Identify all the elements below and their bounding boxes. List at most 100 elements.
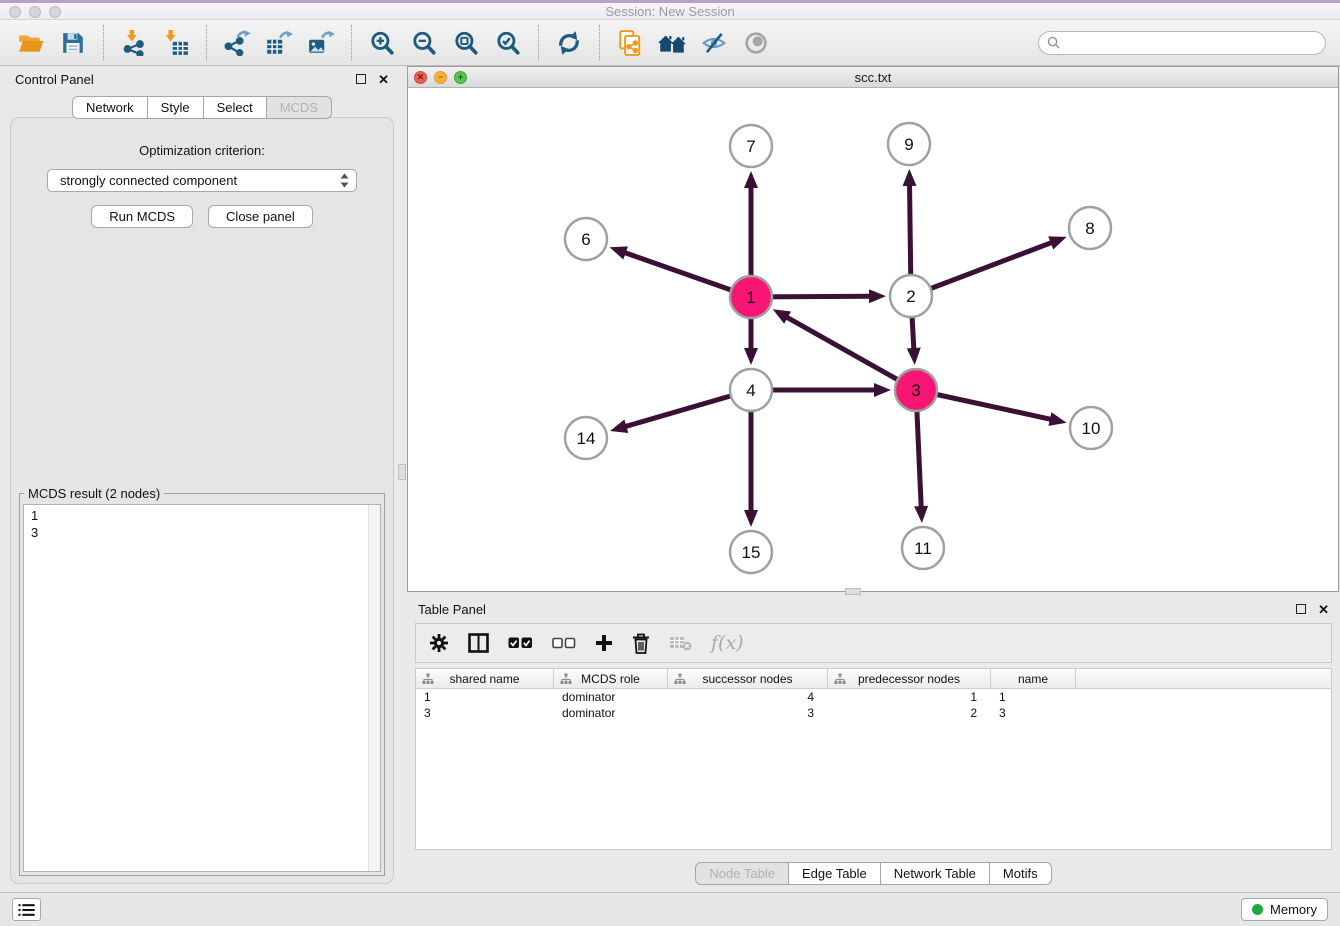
import-table-button[interactable] bbox=[160, 27, 192, 59]
close-panel-button[interactable]: Close panel bbox=[208, 205, 313, 228]
graph-node-1[interactable]: 1 bbox=[730, 276, 772, 318]
table-settings-button[interactable] bbox=[429, 633, 449, 653]
tab-motifs[interactable]: Motifs bbox=[990, 862, 1052, 885]
graph-node-9[interactable]: 9 bbox=[888, 123, 930, 165]
graph-node-3[interactable]: 3 bbox=[895, 369, 937, 411]
table-row[interactable]: 1dominator411 bbox=[416, 689, 1331, 705]
table-panel: Table Panel ✕ bbox=[407, 596, 1340, 890]
import-network-button[interactable] bbox=[118, 27, 150, 59]
duplicate-network-button[interactable] bbox=[614, 27, 646, 59]
result-scrollbar[interactable] bbox=[368, 505, 380, 871]
network-canvas[interactable]: 7 9 6 8 1 2 4 3 14 10 15 11 bbox=[408, 88, 1338, 591]
network-maximize-button[interactable]: + bbox=[454, 71, 467, 84]
graph-node-6[interactable]: 6 bbox=[565, 218, 607, 260]
export-table-button[interactable] bbox=[263, 27, 295, 59]
mcds-result-text[interactable]: 1 3 bbox=[24, 505, 366, 871]
eye-disabled-icon bbox=[743, 30, 769, 56]
delete-column-button[interactable] bbox=[632, 633, 650, 654]
criterion-dropdown[interactable]: strongly connected component bbox=[47, 169, 357, 192]
graph-edge-2-8[interactable] bbox=[911, 242, 1053, 296]
delete-table-button[interactable] bbox=[669, 635, 692, 651]
select-all-button[interactable] bbox=[508, 636, 533, 650]
node-label: 7 bbox=[746, 137, 755, 156]
split-view-button[interactable] bbox=[468, 633, 489, 653]
horizontal-splitter-handle[interactable] bbox=[845, 588, 861, 595]
save-session-button[interactable] bbox=[57, 27, 89, 59]
zoom-out-icon bbox=[411, 30, 437, 56]
export-network-button[interactable] bbox=[221, 27, 253, 59]
vertical-splitter-handle[interactable] bbox=[398, 464, 406, 480]
graph-node-4[interactable]: 4 bbox=[730, 369, 772, 411]
tab-select[interactable]: Select bbox=[204, 96, 267, 119]
table-cell: 2 bbox=[828, 706, 991, 720]
search-input[interactable] bbox=[1065, 35, 1317, 51]
close-table-panel-icon[interactable]: ✕ bbox=[1318, 603, 1329, 616]
table-cell: dominator bbox=[554, 706, 668, 720]
graph-node-11[interactable]: 11 bbox=[902, 527, 944, 569]
graph-edge-arrowhead bbox=[903, 169, 917, 186]
show-panels-button[interactable] bbox=[740, 27, 772, 59]
zoom-fit-icon bbox=[453, 30, 479, 56]
node-label: 6 bbox=[581, 230, 590, 249]
table-row[interactable]: 3dominator323 bbox=[416, 705, 1331, 721]
memory-button[interactable]: Memory bbox=[1241, 898, 1328, 921]
duplicate-network-icon bbox=[617, 29, 643, 57]
graph-node-15[interactable]: 15 bbox=[730, 531, 772, 573]
float-table-panel-icon[interactable] bbox=[1296, 604, 1306, 614]
tab-network[interactable]: Network bbox=[72, 96, 148, 119]
hide-panels-button[interactable] bbox=[698, 27, 730, 59]
graph-node-8[interactable]: 8 bbox=[1069, 207, 1111, 249]
session-home-button[interactable] bbox=[656, 27, 688, 59]
column-header-predecessor-nodes[interactable]: predecessor nodes bbox=[828, 669, 991, 688]
graph-node-7[interactable]: 7 bbox=[730, 125, 772, 167]
tab-network-table[interactable]: Network Table bbox=[881, 862, 990, 885]
import-table-icon bbox=[163, 30, 189, 56]
node-label: 15 bbox=[742, 543, 761, 562]
open-session-button[interactable] bbox=[15, 27, 47, 59]
search-icon bbox=[1047, 36, 1060, 49]
graph-edge-arrowhead bbox=[744, 348, 758, 365]
close-panel-icon[interactable]: ✕ bbox=[378, 73, 389, 86]
column-header-shared-name[interactable]: shared name bbox=[416, 669, 554, 688]
zoom-fit-button[interactable] bbox=[450, 27, 482, 59]
memory-status-dot bbox=[1252, 904, 1263, 915]
graph-node-2[interactable]: 2 bbox=[890, 275, 932, 317]
column-header-MCDS-role[interactable]: MCDS role bbox=[554, 669, 668, 688]
toolbar-separator bbox=[538, 25, 539, 61]
search-field[interactable] bbox=[1038, 31, 1326, 55]
graph-edge-arrowhead bbox=[914, 506, 928, 523]
node-label: 11 bbox=[914, 539, 932, 558]
column-header-successor-nodes[interactable]: successor nodes bbox=[668, 669, 828, 688]
graph-node-14[interactable]: 14 bbox=[565, 417, 607, 459]
add-column-button[interactable] bbox=[595, 634, 613, 652]
function-builder-button[interactable]: f(x) bbox=[711, 632, 744, 654]
tab-node-table[interactable]: Node Table bbox=[695, 862, 789, 885]
status-bar: Memory bbox=[0, 892, 1340, 926]
export-image-button[interactable] bbox=[305, 27, 337, 59]
node-label: 8 bbox=[1085, 219, 1094, 238]
refresh-layout-button[interactable] bbox=[553, 27, 585, 59]
tab-style[interactable]: Style bbox=[148, 96, 204, 119]
open-folder-icon bbox=[17, 31, 45, 55]
node-label: 4 bbox=[746, 381, 755, 400]
tab-mcds[interactable]: MCDS bbox=[267, 96, 332, 119]
table-panel-tabs: Node TableEdge TableNetwork TableMotifs bbox=[695, 862, 1051, 885]
zoom-in-button[interactable] bbox=[366, 27, 398, 59]
float-panel-icon[interactable] bbox=[356, 74, 366, 84]
network-close-button[interactable]: ✕ bbox=[414, 71, 427, 84]
network-minimize-button[interactable]: − bbox=[434, 71, 447, 84]
zoom-out-button[interactable] bbox=[408, 27, 440, 59]
graph-edge-3-1[interactable] bbox=[786, 317, 916, 390]
tab-edge-table[interactable]: Edge Table bbox=[789, 862, 881, 885]
eye-slash-icon bbox=[701, 30, 727, 56]
gear-icon bbox=[429, 633, 449, 653]
node-label: 3 bbox=[911, 381, 920, 400]
task-history-button[interactable] bbox=[12, 898, 41, 921]
zoom-selected-button[interactable] bbox=[492, 27, 524, 59]
unselect-all-button[interactable] bbox=[552, 636, 576, 650]
graph-node-10[interactable]: 10 bbox=[1070, 407, 1112, 449]
run-mcds-button[interactable]: Run MCDS bbox=[91, 205, 193, 228]
table-cell: 1 bbox=[828, 690, 991, 704]
table-toolbar: f(x) bbox=[415, 623, 1332, 663]
column-header-name[interactable]: name bbox=[991, 669, 1076, 688]
